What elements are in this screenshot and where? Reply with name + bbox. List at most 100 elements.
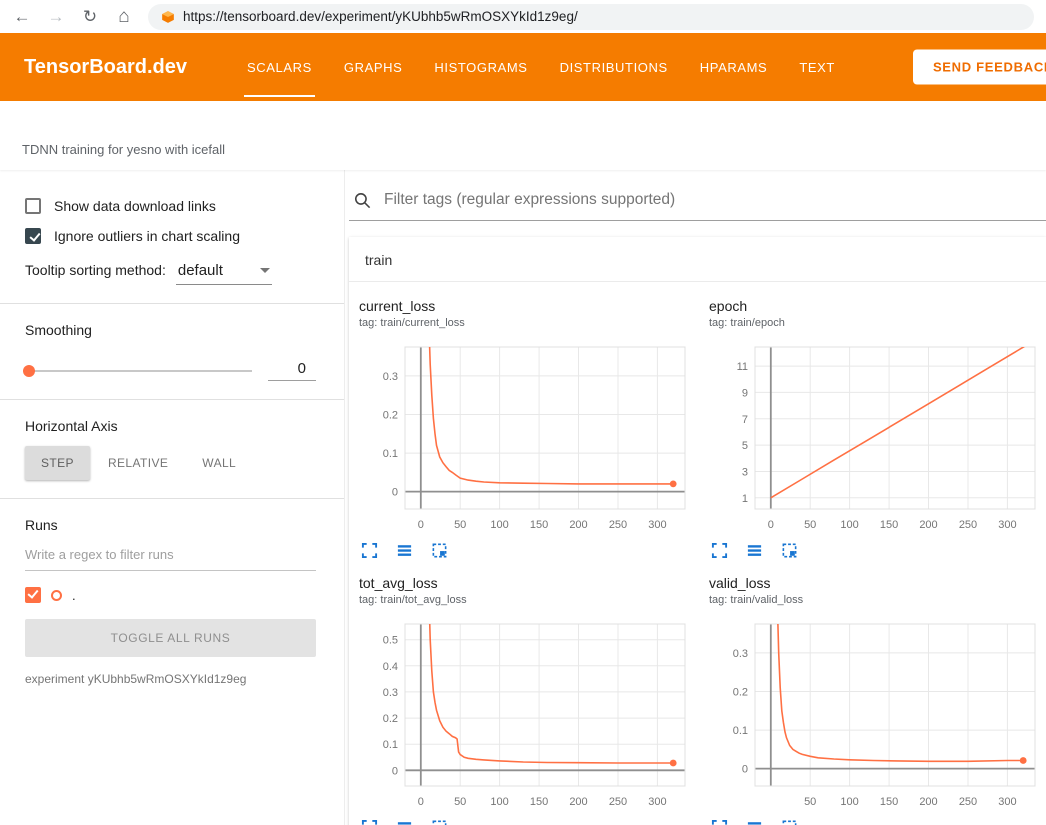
smoothing-label: Smoothing xyxy=(25,322,316,338)
run-row[interactable]: . xyxy=(25,587,316,603)
line-chart[interactable]: 05010015020025030000.10.20.30.40.5 xyxy=(359,616,697,812)
nav-tabs: SCALARS GRAPHS HISTOGRAMS DISTRIBUTIONS … xyxy=(231,33,851,101)
chart-title: current_loss xyxy=(359,298,697,314)
tooltip-sorting-row: Tooltip sorting method: default xyxy=(25,260,316,285)
wall-button[interactable]: WALL xyxy=(186,446,252,480)
svg-text:200: 200 xyxy=(569,519,587,531)
page: ← → ↻ ⌂ https://tensorboard.dev/experime… xyxy=(0,0,1046,825)
smoothing-slider-row: 0 xyxy=(25,360,316,381)
svg-text:0: 0 xyxy=(768,519,774,531)
show-download-links-checkbox[interactable]: Show data download links xyxy=(25,198,316,214)
svg-text:200: 200 xyxy=(919,796,937,808)
toggle-all-runs-button[interactable]: TOGGLE ALL RUNS xyxy=(25,619,316,657)
log-scale-icon[interactable] xyxy=(746,542,763,559)
ignore-outliers-checkbox[interactable]: Ignore outliers in chart scaling xyxy=(25,228,316,244)
line-chart[interactable]: 05010015020025030000.10.20.3 xyxy=(359,339,697,535)
svg-text:150: 150 xyxy=(530,519,548,531)
fit-domain-icon[interactable] xyxy=(781,542,798,559)
run-checkbox-checked-icon[interactable] xyxy=(25,587,41,603)
tooltip-sorting-value: default xyxy=(178,262,223,279)
chart-tag: tag: train/current_loss xyxy=(359,317,697,329)
svg-text:200: 200 xyxy=(919,519,937,531)
tab-graphs[interactable]: GRAPHS xyxy=(328,33,419,101)
svg-text:250: 250 xyxy=(959,796,977,808)
experiment-title-bar: TDNN training for yesno with icefall xyxy=(0,101,1046,170)
divider xyxy=(0,303,344,304)
svg-text:250: 250 xyxy=(609,519,627,531)
runs-regex-input[interactable] xyxy=(25,539,316,571)
chart-actions xyxy=(709,542,1046,559)
svg-text:0.3: 0.3 xyxy=(383,687,398,699)
svg-text:200: 200 xyxy=(569,796,587,808)
filter-tags-row xyxy=(349,190,1046,221)
fullscreen-icon[interactable] xyxy=(711,542,728,559)
svg-text:0.1: 0.1 xyxy=(733,725,748,737)
chart-card-valid-loss: valid_loss tag: train/valid_loss 5010015… xyxy=(709,575,1046,825)
slider-knob[interactable] xyxy=(23,365,35,377)
line-chart[interactable]: 0501001502002503001357911 xyxy=(709,339,1046,535)
svg-text:150: 150 xyxy=(880,796,898,808)
filter-tags-input[interactable] xyxy=(382,190,1046,210)
chart-title: tot_avg_loss xyxy=(359,575,697,591)
search-icon xyxy=(353,191,372,210)
tab-histograms[interactable]: HISTOGRAMS xyxy=(418,33,543,101)
brand-logo: TensorBoard.dev xyxy=(24,56,187,79)
svg-text:0.5: 0.5 xyxy=(383,635,398,647)
fullscreen-icon[interactable] xyxy=(361,819,378,825)
horizontal-axis-label: Horizontal Axis xyxy=(25,418,316,434)
chart-card-epoch: epoch tag: train/epoch 05010015020025030… xyxy=(709,298,1046,559)
train-section-header[interactable]: train xyxy=(349,237,1046,282)
svg-text:3: 3 xyxy=(742,467,748,479)
svg-text:0: 0 xyxy=(418,796,424,808)
svg-text:150: 150 xyxy=(530,796,548,808)
svg-text:300: 300 xyxy=(998,796,1016,808)
svg-text:50: 50 xyxy=(804,519,816,531)
chart-card-current-loss: current_loss tag: train/current_loss 0 50… xyxy=(359,298,697,559)
svg-text:50: 50 xyxy=(804,796,816,808)
svg-text:0.2: 0.2 xyxy=(383,410,398,422)
tab-text[interactable]: TEXT xyxy=(783,33,851,101)
tab-hparams[interactable]: HPARAMS xyxy=(684,33,784,101)
svg-text:0.4: 0.4 xyxy=(383,661,398,673)
horizontal-axis-buttons: STEP RELATIVE WALL xyxy=(25,446,316,480)
address-bar[interactable]: https://tensorboard.dev/experiment/yKUbh… xyxy=(148,4,1034,30)
svg-text:300: 300 xyxy=(648,519,666,531)
fullscreen-icon[interactable] xyxy=(711,819,728,825)
fullscreen-icon[interactable] xyxy=(361,542,378,559)
svg-text:150: 150 xyxy=(880,519,898,531)
send-feedback-button[interactable]: SEND FEEDBACK xyxy=(913,50,1046,85)
log-scale-icon[interactable] xyxy=(746,819,763,825)
back-icon[interactable]: ← xyxy=(12,8,32,25)
ignore-outliers-label: Ignore outliers in chart scaling xyxy=(54,228,240,244)
svg-text:0: 0 xyxy=(418,519,424,531)
svg-text:0.3: 0.3 xyxy=(383,371,398,383)
home-icon[interactable]: ⌂ xyxy=(114,7,134,26)
tooltip-sorting-label: Tooltip sorting method: xyxy=(25,262,166,278)
line-chart[interactable]: 5010015020025030000.10.20.3 xyxy=(709,616,1046,812)
reload-icon[interactable]: ↻ xyxy=(80,8,100,25)
divider xyxy=(0,498,344,499)
svg-text:250: 250 xyxy=(609,796,627,808)
step-button[interactable]: STEP xyxy=(25,446,90,480)
smoothing-slider[interactable] xyxy=(25,370,252,372)
log-scale-icon[interactable] xyxy=(396,542,413,559)
fit-domain-icon[interactable] xyxy=(431,542,448,559)
svg-text:50: 50 xyxy=(454,519,466,531)
fit-domain-icon[interactable] xyxy=(781,819,798,825)
chart-actions xyxy=(709,819,1046,825)
chart-title: epoch xyxy=(709,298,1046,314)
svg-text:0.3: 0.3 xyxy=(733,648,748,660)
svg-text:0.2: 0.2 xyxy=(383,713,398,725)
tab-distributions[interactable]: DISTRIBUTIONS xyxy=(544,33,684,101)
forward-icon[interactable]: → xyxy=(46,8,66,25)
fit-domain-icon[interactable] xyxy=(431,819,448,825)
tooltip-sorting-dropdown[interactable]: default xyxy=(176,260,272,285)
runs-label: Runs xyxy=(25,517,316,533)
smoothing-value-input[interactable]: 0 xyxy=(268,360,316,381)
relative-button[interactable]: RELATIVE xyxy=(92,446,184,480)
checkbox-checked-icon[interactable] xyxy=(25,228,41,244)
checkbox-unchecked-icon[interactable] xyxy=(25,198,41,214)
svg-text:100: 100 xyxy=(840,519,858,531)
tab-scalars[interactable]: SCALARS xyxy=(231,33,328,101)
log-scale-icon[interactable] xyxy=(396,819,413,825)
